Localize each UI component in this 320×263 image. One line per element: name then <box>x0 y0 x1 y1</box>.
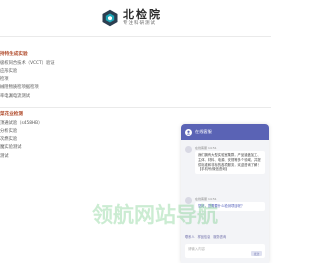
brand-title: 北检院 <box>123 8 162 22</box>
quick-reply[interactable]: 联系人 <box>185 234 195 239</box>
section-2-link[interactable]: 顶通试验（s458HB） <box>0 121 42 126</box>
logo[interactable]: 北检院 专注科研测试 <box>101 9 162 27</box>
section-2: 菜花业检测 顶通试验（s458HB） 分析实验 次燃实验 魔实验测试 测试 <box>0 112 42 159</box>
chat-agent-avatar <box>185 128 192 136</box>
site-header: 北检院 专注科研测试 <box>0 0 271 36</box>
message-sender: 在线客服 <box>195 146 208 150</box>
chat-message: 在线客服 14:51 我们拥有大型实验室集群，产品涵盖加工、主体、材料、电源、安… <box>185 146 265 175</box>
section-2-link[interactable]: 测试 <box>0 154 42 159</box>
send-button[interactable]: 发送 <box>251 251 262 256</box>
section-1-title[interactable]: 持特生成实验 <box>0 52 55 58</box>
header-divider <box>0 36 271 37</box>
logo-hexagon-icon <box>101 9 119 27</box>
section-2-title[interactable]: 菜花业检测 <box>0 112 42 118</box>
section-2-link[interactable]: 魔实验测试 <box>0 146 42 151</box>
quick-reply[interactable]: 样品信息 <box>198 234 211 239</box>
section-divider <box>0 107 271 108</box>
chat-input-placeholder: 请输入内容 <box>188 247 205 251</box>
message-time: 14:51 <box>207 146 217 150</box>
section-2-link[interactable]: 次燃实验 <box>0 137 42 142</box>
chat-widget[interactable]: 在线客服 在线客服 14:51 我们拥有大型实验室集群，产品涵盖加工、主体、材料… <box>181 124 269 263</box>
section-1-link[interactable]: 极权同合技术（VCCT）验证 <box>0 61 55 66</box>
chat-title: 在线客服 <box>195 129 212 134</box>
chat-input[interactable]: 请输入内容 发送 <box>185 244 265 258</box>
quick-replies: 联系人 样品信息 服务咨询 <box>185 234 226 239</box>
section-1-link[interactable]: 应形实验 <box>0 69 55 74</box>
brand-subtitle: 专注科研测试 <box>123 21 156 27</box>
avatar <box>185 146 192 153</box>
section-1-link[interactable]: 械阻物质检项据检项 <box>0 86 55 91</box>
watermark: 领航网站导航 <box>92 203 218 227</box>
quick-reply[interactable]: 服务咨询 <box>213 234 226 239</box>
section-1: 持特生成实验 极权同合技术（VCCT）验证 应形实验 检项 械阻物质检项据检项 … <box>0 52 55 99</box>
message-bubble: 我们拥有大型实验室集群，产品涵盖加工、主体、材料、电源、安规等多个领域，并提供标… <box>195 151 265 175</box>
section-1-link[interactable]: 检项 <box>0 77 55 82</box>
section-1-link[interactable]: 率电漏电流测试 <box>0 94 55 99</box>
chat-header[interactable]: 在线客服 <box>181 124 269 140</box>
section-2-link[interactable]: 分析实验 <box>0 129 42 134</box>
